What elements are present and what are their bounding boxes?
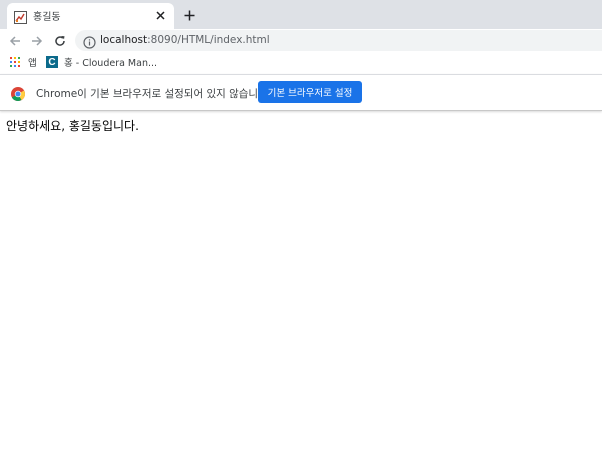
default-browser-infobar: Chrome이 기본 브라우저로 설정되어 있지 않습니다 기본 브라우저로 설… [0,74,602,111]
bookmark-apps[interactable]: 앱 [10,55,37,69]
tab-title: 홍길동 [33,12,61,23]
infobar-message: Chrome이 기본 브라우저로 설정되어 있지 않습니다 [36,88,268,100]
bookmark-cloudera[interactable]: C 홍 - Cloudera Man... [46,55,157,69]
new-tab-icon[interactable] [180,6,198,24]
url-text: localhost:8090/HTML/index.html [100,34,270,46]
bookmark-cloudera-label: 홍 - Cloudera Man... [64,58,158,69]
close-tab-icon[interactable] [152,7,168,23]
cloudera-logo-icon: C [46,56,58,68]
url-path: :8090/HTML/index.html [147,34,270,46]
bookmark-apps-label: 앱 [28,58,37,69]
bookmarks-bar: 앱 C 홍 - Cloudera Man... [0,52,602,73]
back-icon[interactable] [6,32,24,50]
site-info-icon[interactable] [83,34,96,49]
tab-strip: 홍길동 [0,0,602,29]
url-host: localhost [100,34,148,46]
browser-toolbar: localhost:8090/HTML/index.html [0,29,602,52]
reload-icon[interactable] [51,32,69,50]
set-default-browser-button[interactable]: 기본 브라우저로 설정 [258,81,362,103]
page-favicon-icon [14,9,27,24]
apps-grid-icon [10,57,20,67]
page-greeting-text: 안녕하세요, 홍길동입니다. [6,119,139,133]
active-tab[interactable]: 홍길동 [7,3,174,29]
chrome-logo-icon [11,86,25,101]
address-bar[interactable]: localhost:8090/HTML/index.html [75,30,602,51]
forward-icon[interactable] [28,32,46,50]
